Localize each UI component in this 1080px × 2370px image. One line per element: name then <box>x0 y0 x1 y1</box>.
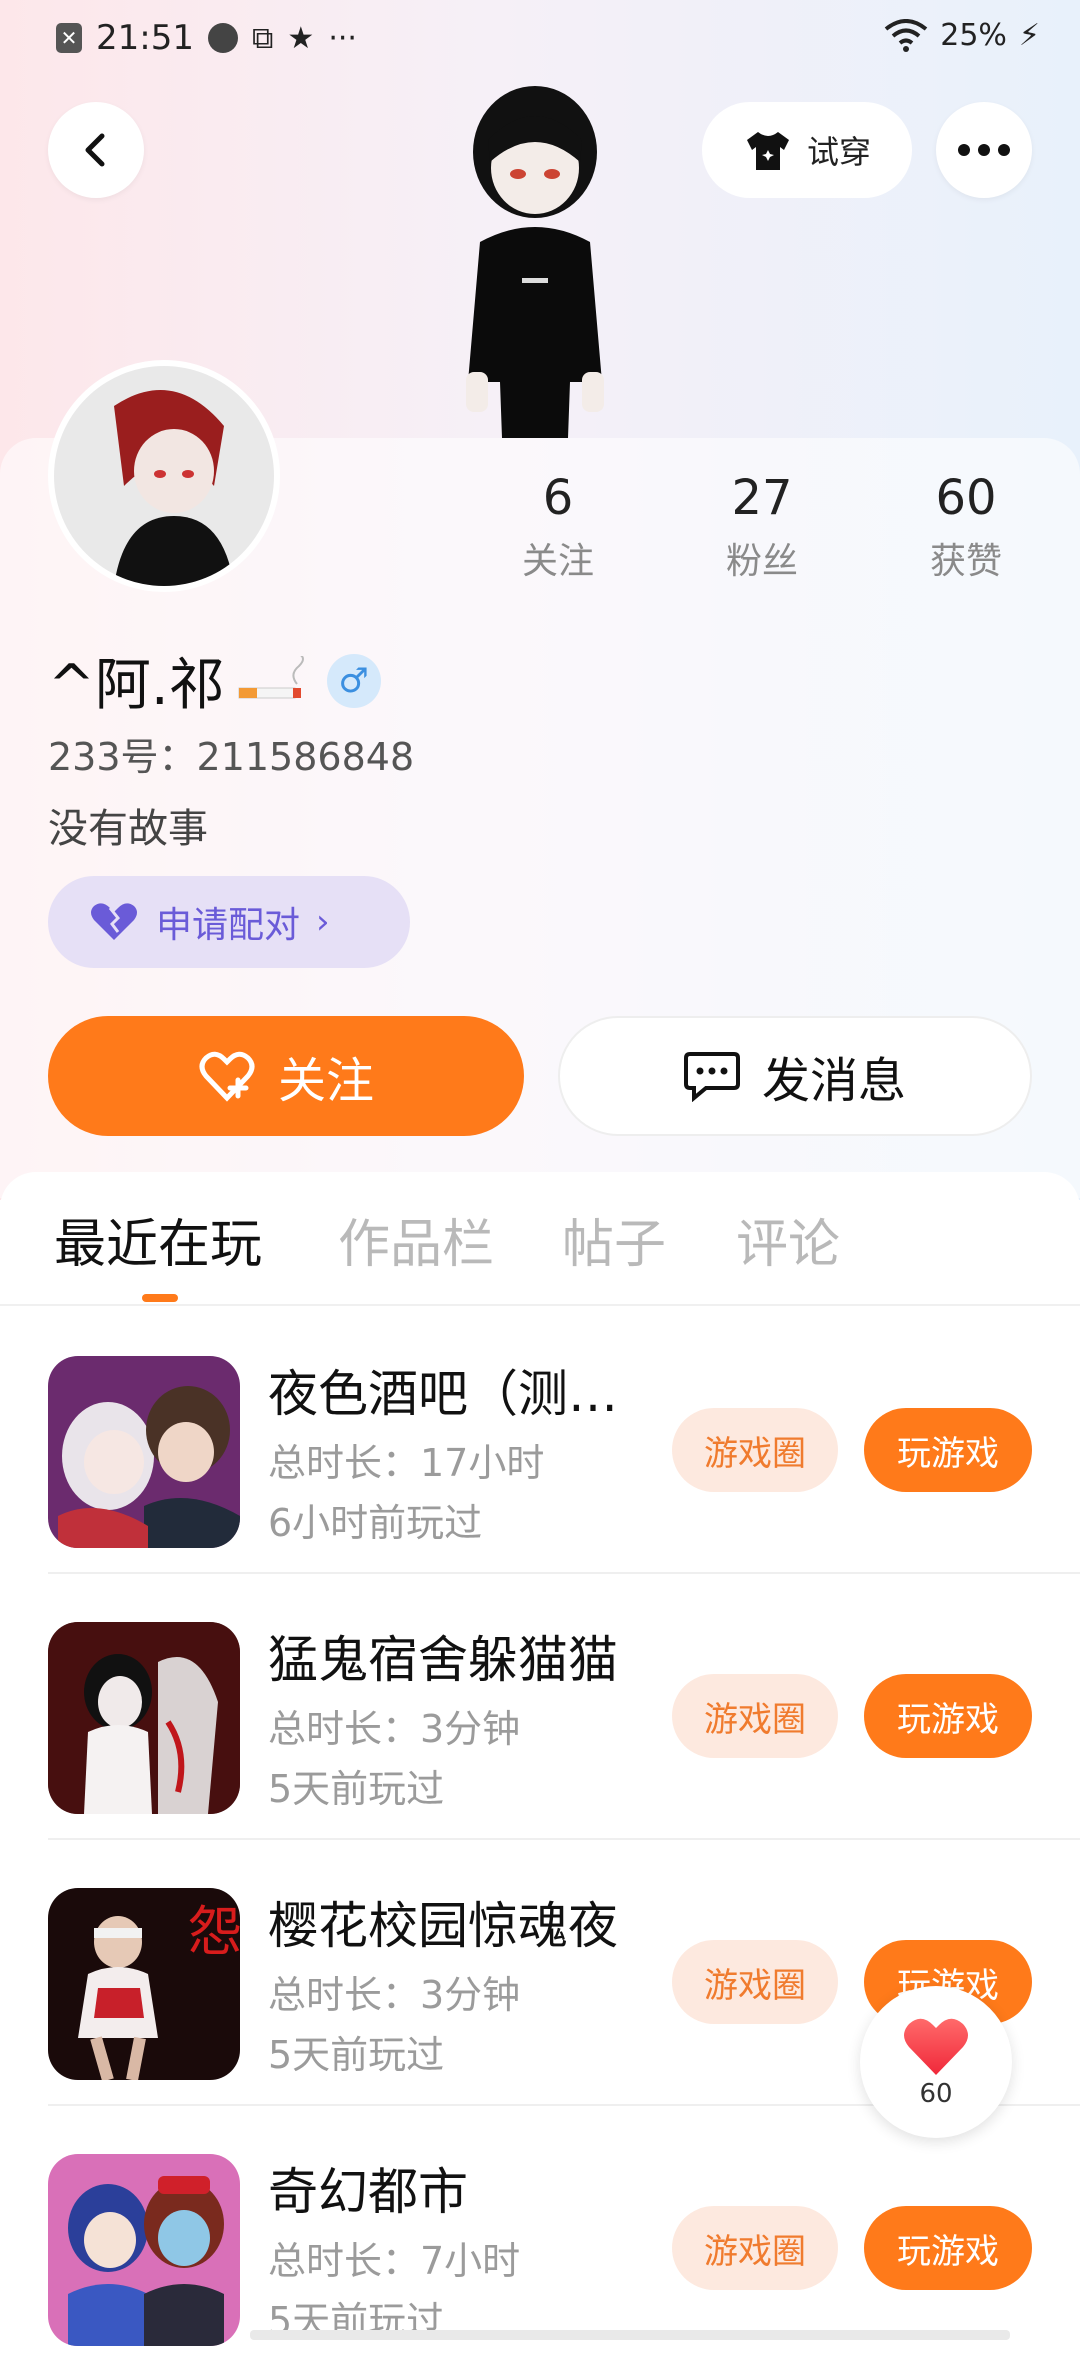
game-title: 猛鬼宿舍躲猫猫 <box>268 1631 618 1689</box>
username: ^阿.祁 <box>48 653 225 718</box>
following-label: 关注 <box>521 541 594 582</box>
game-last-played: 6小时前玩过 <box>268 1501 483 1545</box>
audio-icon <box>207 23 238 53</box>
follow-label: 关注 <box>277 1053 374 1109</box>
play-game-button[interactable]: 玩游戏 <box>864 2206 1032 2290</box>
tryon-button[interactable]: 试穿 <box>702 102 912 198</box>
heart-icon <box>904 2018 968 2075</box>
more-dots-icon: ··· <box>328 20 357 56</box>
game-thumbnail[interactable] <box>48 1622 240 1814</box>
status-bar: ✕ 21:51 ⧉ ★ ··· 25% ⚡ <box>0 0 1080 82</box>
game-last-played: 5天前玩过 <box>268 1767 445 1811</box>
play-game-button[interactable]: 玩游戏 <box>864 1674 1032 1758</box>
game-duration: 总时长：3分钟 <box>268 1707 521 1751</box>
tab-works[interactable]: 作品栏 <box>338 1202 494 1277</box>
game-thumbnail[interactable]: 怨 <box>48 1888 240 2080</box>
more-icon <box>958 144 1010 156</box>
stat-following[interactable]: 6 关注 <box>488 470 628 584</box>
game-item[interactable]: 夜色酒吧（测… 总时长：17小时 6小时前玩过 游戏圈 玩游戏 <box>48 1306 1080 1572</box>
divider <box>48 1838 1080 1840</box>
message-label: 发消息 <box>761 1053 906 1109</box>
pair-heart-icon <box>91 903 137 940</box>
game-title: 奇幻都市 <box>268 2163 468 2221</box>
status-time: 21:51 <box>96 18 194 58</box>
tab-bar: 最近在玩 作品栏 帖子 评论 <box>0 1172 1080 1306</box>
game-circle-button[interactable]: 游戏圈 <box>672 1408 838 1492</box>
follow-button[interactable]: 关注 <box>48 1016 524 1136</box>
like-count: 60 <box>919 2079 953 2109</box>
game-thumbnail[interactable] <box>48 1356 240 1548</box>
game-duration: 总时长：7小时 <box>268 2239 521 2283</box>
send-message-button[interactable]: 发消息 <box>558 1016 1032 1136</box>
stats-row: 6 关注 27 粉丝 60 获赞 <box>0 470 1080 590</box>
content-panel: 最近在玩 作品栏 帖子 评论 夜色酒吧（测… 总时长：17小时 6小时前玩过 游… <box>0 1172 1080 2346</box>
gender-badge: ♂ <box>326 653 381 708</box>
game-circle-button[interactable]: 游戏圈 <box>672 2206 838 2290</box>
user-id: 233号：211586848 <box>48 735 415 779</box>
divider <box>48 1572 1080 1574</box>
tab-recent-play[interactable]: 最近在玩 <box>54 1202 262 1277</box>
charging-icon: ⚡ <box>1018 18 1040 53</box>
game-circle-button[interactable]: 游戏圈 <box>672 1940 838 2024</box>
following-count: 6 <box>542 470 574 526</box>
star-icon: ★ <box>287 20 315 56</box>
back-arrow-icon <box>85 133 105 167</box>
back-button[interactable] <box>48 102 144 198</box>
stat-likes[interactable]: 60 获赞 <box>896 470 1036 584</box>
stat-fans[interactable]: 27 粉丝 <box>692 470 832 584</box>
username-row: ^阿.祁 ♂ <box>48 640 381 721</box>
pair-request-button[interactable]: 申请配对 › <box>48 876 410 968</box>
game-title: 夜色酒吧（测… <box>268 1365 618 1423</box>
bio-text: 没有故事 <box>48 806 208 852</box>
cigarette-icon <box>238 655 304 698</box>
game-title: 樱花校园惊魂夜 <box>268 1897 618 1955</box>
notification-x-icon: ✕ <box>56 23 82 53</box>
game-duration: 总时长：17小时 <box>268 1441 545 1485</box>
chat-icon <box>683 1052 740 1102</box>
floating-like-button[interactable]: 60 <box>860 1986 1012 2138</box>
game-last-played: 5天前玩过 <box>268 2033 445 2077</box>
tab-posts[interactable]: 帖子 <box>562 1202 666 1277</box>
tab-indicator <box>142 1294 178 1302</box>
more-button[interactable] <box>936 102 1032 198</box>
fans-count: 27 <box>731 470 793 526</box>
tryon-label: 试穿 <box>806 133 871 171</box>
likes-count: 60 <box>935 470 997 526</box>
tshirt-icon <box>746 132 789 170</box>
fans-label: 粉丝 <box>725 541 798 582</box>
chevron-right-icon: › <box>316 902 330 942</box>
pair-label: 申请配对 <box>156 905 301 946</box>
wifi-icon <box>884 18 928 52</box>
likes-label: 获赞 <box>929 541 1002 582</box>
tab-comments[interactable]: 评论 <box>736 1202 840 1277</box>
thumb-glyph: 怨 <box>188 1900 240 1963</box>
game-duration: 总时长：3分钟 <box>268 1973 521 2017</box>
heart-plus-icon <box>199 1051 255 1102</box>
bottom-scroll-indicator <box>250 2330 1010 2340</box>
screenshot-icon: ⧉ <box>251 20 274 56</box>
game-circle-button[interactable]: 游戏圈 <box>672 1674 838 1758</box>
game-item[interactable]: 猛鬼宿舍躲猫猫 总时长：3分钟 5天前玩过 游戏圈 玩游戏 <box>48 1572 1080 1838</box>
character-figure[interactable] <box>430 82 640 438</box>
battery-text: 25% <box>940 18 1007 53</box>
game-thumbnail[interactable] <box>48 2154 240 2346</box>
play-game-button[interactable]: 玩游戏 <box>864 1408 1032 1492</box>
